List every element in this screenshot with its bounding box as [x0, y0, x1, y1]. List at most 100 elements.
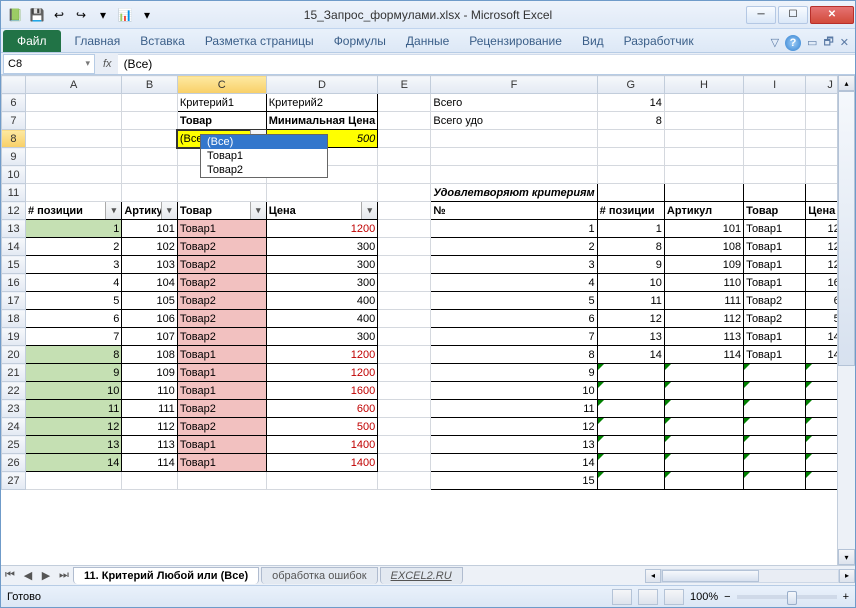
cell-B15[interactable]: 103 [122, 256, 177, 274]
minimize-button[interactable]: ─ [746, 6, 776, 24]
ribbon-restore-icon[interactable]: 🗗 [823, 33, 833, 52]
cell-C27[interactable] [177, 472, 266, 490]
cell-B7[interactable] [122, 112, 177, 130]
zoom-out-icon[interactable]: − [724, 591, 730, 603]
cell-D19[interactable]: 300 [266, 328, 377, 346]
cell-E19[interactable] [378, 328, 431, 346]
cell-A10[interactable] [25, 166, 121, 184]
tab-developer[interactable]: Разработчик [614, 30, 704, 52]
cell-D16[interactable]: 300 [266, 274, 377, 292]
cell-H25[interactable] [664, 436, 743, 454]
cell-D22[interactable]: 1600 [266, 382, 377, 400]
cell-F23[interactable]: 11 [431, 400, 597, 418]
cell-G13[interactable]: 1 [597, 220, 664, 238]
column-header[interactable]: E [378, 76, 431, 94]
cell-H6[interactable] [664, 94, 743, 112]
cell-F19[interactable]: 7 [431, 328, 597, 346]
cell-E16[interactable] [378, 274, 431, 292]
cell-E8[interactable] [378, 130, 431, 148]
cell-A16[interactable]: 4 [25, 274, 121, 292]
row-header[interactable]: 6 [2, 94, 26, 112]
cell-A21[interactable]: 9 [25, 364, 121, 382]
tab-nav-next-icon[interactable]: ▶ [37, 569, 55, 582]
cell-H16[interactable]: 110 [664, 274, 743, 292]
cell-A14[interactable]: 2 [25, 238, 121, 256]
cell-H9[interactable] [664, 148, 743, 166]
cell-I26[interactable] [744, 454, 806, 472]
cell-G27[interactable] [597, 472, 664, 490]
column-header[interactable]: A [25, 76, 121, 94]
tab-data[interactable]: Данные [396, 30, 459, 52]
dropdown-item[interactable]: Товар1 [201, 149, 327, 163]
cell-F12[interactable]: № [431, 202, 597, 220]
view-page-layout-icon[interactable] [638, 589, 658, 605]
cell-I6[interactable] [744, 94, 806, 112]
cell-I27[interactable] [744, 472, 806, 490]
cell-F11[interactable]: Удовлетворяют критериям [431, 184, 597, 202]
filter-icon[interactable] [161, 202, 177, 219]
cell-G16[interactable]: 10 [597, 274, 664, 292]
cell-B26[interactable]: 114 [122, 454, 177, 472]
cell-G20[interactable]: 14 [597, 346, 664, 364]
cell-A20[interactable]: 8 [25, 346, 121, 364]
cell-B23[interactable]: 111 [122, 400, 177, 418]
cell-E13[interactable] [378, 220, 431, 238]
cell-H24[interactable] [664, 418, 743, 436]
column-header[interactable]: B [122, 76, 177, 94]
cell-A18[interactable]: 6 [25, 310, 121, 328]
cell-B13[interactable]: 101 [122, 220, 177, 238]
tab-formulas[interactable]: Формулы [324, 30, 396, 52]
cell-A15[interactable]: 3 [25, 256, 121, 274]
cell-I9[interactable] [744, 148, 806, 166]
fx-icon[interactable]: fx [97, 58, 118, 70]
cell-C20[interactable]: Товар1 [177, 346, 266, 364]
cell-B19[interactable]: 107 [122, 328, 177, 346]
cell-H23[interactable] [664, 400, 743, 418]
cell-B9[interactable] [122, 148, 177, 166]
cell-C6[interactable]: Критерий1 [177, 94, 266, 112]
cell-G22[interactable] [597, 382, 664, 400]
scroll-right-icon[interactable]: ▸ [839, 569, 855, 583]
cell-I7[interactable] [744, 112, 806, 130]
tab-home[interactable]: Главная [65, 30, 131, 52]
cell-G10[interactable] [597, 166, 664, 184]
spreadsheet-grid[interactable]: ABCDEFGHIJ6Критерий1Критерий2Всего147Тов… [1, 75, 855, 565]
cell-E20[interactable] [378, 346, 431, 364]
scroll-up-icon[interactable]: ▴ [838, 75, 855, 91]
row-header[interactable]: 9 [2, 148, 26, 166]
ribbon-min-icon[interactable]: ▭ [807, 36, 817, 49]
row-header[interactable]: 18 [2, 310, 26, 328]
cell-D14[interactable]: 300 [266, 238, 377, 256]
cell-C15[interactable]: Товар2 [177, 256, 266, 274]
view-normal-icon[interactable] [612, 589, 632, 605]
cell-A22[interactable]: 10 [25, 382, 121, 400]
cell-F9[interactable] [431, 148, 597, 166]
cell-G25[interactable] [597, 436, 664, 454]
row-header[interactable]: 10 [2, 166, 26, 184]
redo-icon[interactable]: ↪ [71, 5, 91, 25]
row-header[interactable]: 12 [2, 202, 26, 220]
cell-G7[interactable]: 8 [597, 112, 664, 130]
cell-E26[interactable] [378, 454, 431, 472]
cell-E10[interactable] [378, 166, 431, 184]
cell-A19[interactable]: 7 [25, 328, 121, 346]
tab-review[interactable]: Рецензирование [459, 30, 572, 52]
cell-F15[interactable]: 3 [431, 256, 597, 274]
cell-D20[interactable]: 1200 [266, 346, 377, 364]
cell-G15[interactable]: 9 [597, 256, 664, 274]
cell-B25[interactable]: 113 [122, 436, 177, 454]
cell-E24[interactable] [378, 418, 431, 436]
cell-F16[interactable]: 4 [431, 274, 597, 292]
cell-A26[interactable]: 14 [25, 454, 121, 472]
validation-dropdown[interactable]: (Все) Товар1 Товар2 [200, 134, 328, 178]
cell-I16[interactable]: Товар1 [744, 274, 806, 292]
cell-I14[interactable]: Товар1 [744, 238, 806, 256]
cell-G9[interactable] [597, 148, 664, 166]
cell-B21[interactable]: 109 [122, 364, 177, 382]
cell-A7[interactable] [25, 112, 121, 130]
cell-B27[interactable] [122, 472, 177, 490]
cell-I18[interactable]: Товар2 [744, 310, 806, 328]
tab-nav-last-icon[interactable]: ⏭ [55, 569, 73, 582]
cell-F21[interactable]: 9 [431, 364, 597, 382]
cell-A11[interactable] [25, 184, 121, 202]
